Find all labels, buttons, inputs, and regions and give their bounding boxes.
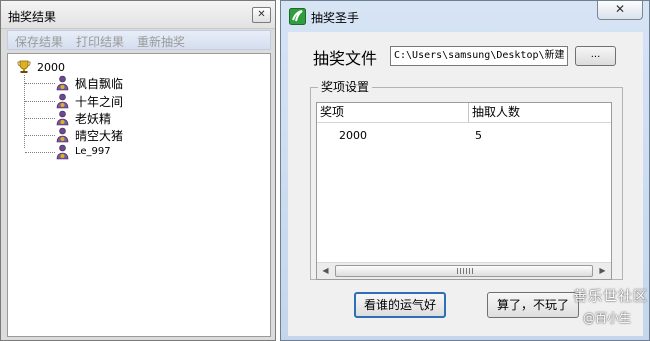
- browse-button[interactable]: ...: [575, 46, 616, 66]
- tree-branch-line: [25, 83, 55, 84]
- results-toolbar: 保存结果 打印结果 重新抽奖: [7, 30, 271, 50]
- tree-item[interactable]: 晴空大猪: [25, 127, 255, 143]
- tree-item-label: 老妖精: [75, 112, 112, 126]
- redraw-button[interactable]: 重新抽奖: [137, 33, 185, 50]
- scroll-left-icon[interactable]: ◀: [317, 263, 334, 279]
- tree-branch-line: [25, 135, 55, 136]
- trophy-icon: [17, 60, 31, 73]
- print-results-button[interactable]: 打印结果: [76, 33, 124, 50]
- count-cell: 5: [475, 129, 482, 142]
- tree-item-label: 十年之间: [75, 95, 124, 109]
- grip-icon: [457, 268, 473, 274]
- tree-item-label: 晴空大猪: [75, 129, 124, 143]
- tree-item-label: 枫自飘临: [75, 77, 124, 91]
- prize-list[interactable]: 奖项 抽取人数 2000 5 ◀ ▶: [316, 102, 612, 280]
- file-path-field[interactable]: C:\Users\samsung\Desktop\新建: [390, 46, 568, 66]
- quit-button[interactable]: 算了，不玩了: [487, 292, 579, 318]
- main-titlebar: 抽奖圣手 ✕: [281, 1, 649, 31]
- tree-branch-line: [25, 152, 55, 153]
- winner-icon: [56, 110, 69, 126]
- tree-item[interactable]: 十年之间: [25, 93, 255, 109]
- close-icon: ✕: [614, 2, 626, 16]
- column-header-prize[interactable]: 奖项: [317, 103, 469, 123]
- prize-cell: 2000: [339, 129, 367, 142]
- watermark-author: @百小生: [583, 311, 632, 325]
- winner-icon: [56, 144, 69, 160]
- group-title: 奖项设置: [318, 78, 373, 95]
- tree-item[interactable]: 枫自飘临: [25, 75, 255, 91]
- tree-root-label: 2000: [37, 61, 65, 74]
- results-close-button[interactable]: ✕: [252, 7, 271, 23]
- file-label: 抽奖文件: [313, 49, 378, 68]
- save-results-button[interactable]: 保存结果: [15, 33, 63, 50]
- tree-branch-line: [25, 101, 55, 102]
- winner-icon: [56, 75, 69, 91]
- tree-item[interactable]: Le_997: [25, 144, 255, 160]
- watermark-site: 善乐世社区: [573, 289, 648, 305]
- tree-branch-line: [25, 118, 55, 119]
- app-logo-icon: [289, 8, 306, 25]
- winner-icon: [56, 93, 69, 109]
- draw-button[interactable]: 看谁的运气好: [354, 292, 446, 318]
- results-window-title: 抽奖结果: [8, 10, 57, 24]
- results-titlebar: 抽奖结果 ✕: [1, 1, 275, 29]
- horizontal-scrollbar[interactable]: ◀ ▶: [317, 262, 611, 279]
- results-window: 抽奖结果 ✕ 保存结果 打印结果 重新抽奖 2000 枫自飘临 十年之间 老妖精…: [0, 0, 276, 341]
- results-tree[interactable]: 2000 枫自飘临 十年之间 老妖精 晴空大猪 Le_997: [7, 53, 271, 337]
- main-window-title: 抽奖圣手: [311, 11, 360, 25]
- tree-item[interactable]: 老妖精: [25, 110, 255, 126]
- column-header-count[interactable]: 抽取人数: [469, 103, 611, 123]
- scroll-thumb[interactable]: [335, 265, 593, 277]
- winner-icon: [56, 127, 69, 143]
- main-close-button[interactable]: ✕: [597, 1, 643, 20]
- scroll-right-icon[interactable]: ▶: [594, 263, 611, 279]
- tree-item-label: Le_997: [75, 146, 111, 157]
- close-icon: ✕: [257, 9, 266, 20]
